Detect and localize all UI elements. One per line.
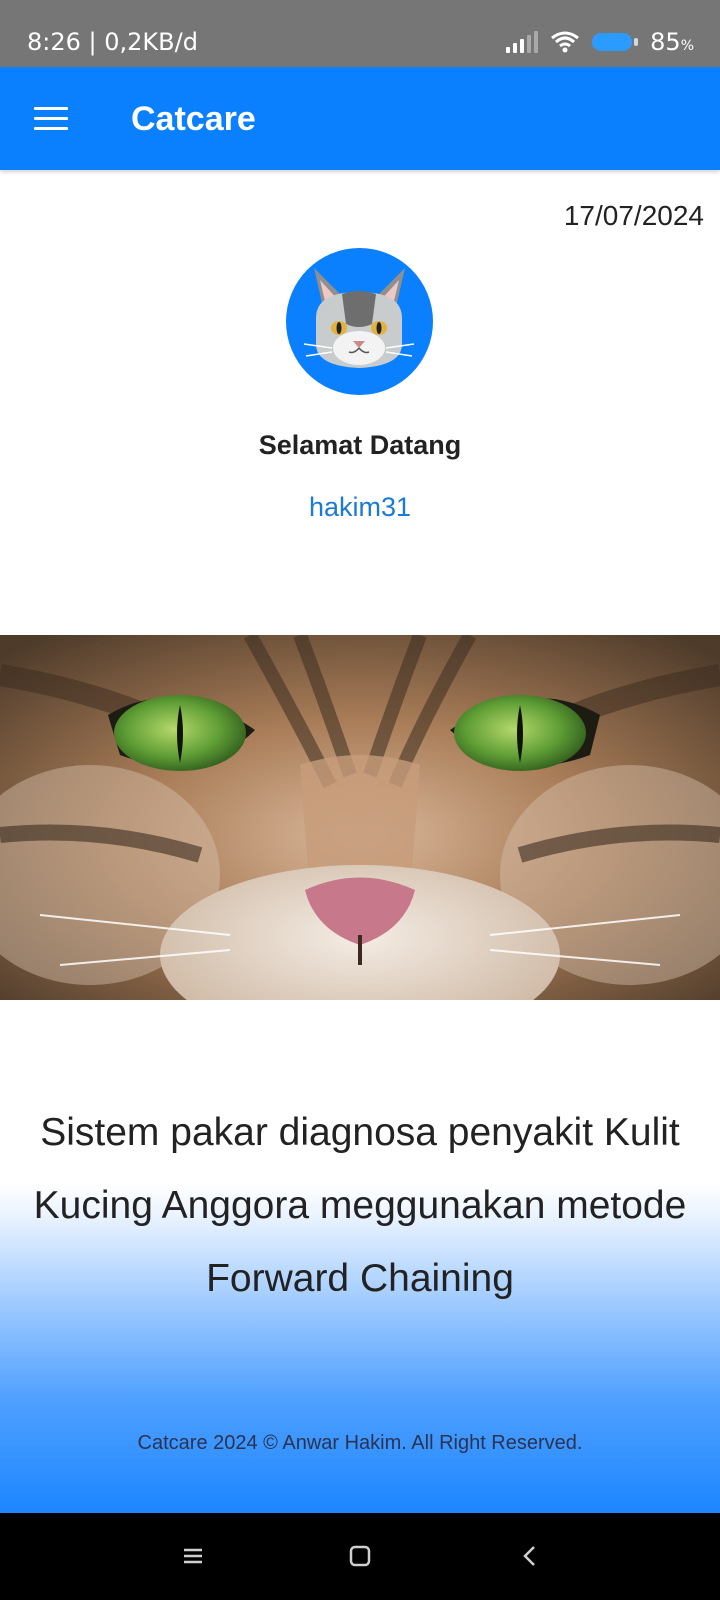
status-icons: 85% bbox=[506, 26, 694, 58]
status-time-data: 8:26 | 0,2KB/d bbox=[27, 28, 198, 56]
avatar bbox=[286, 248, 433, 395]
menu-icon[interactable] bbox=[34, 107, 68, 131]
nav-back-icon[interactable] bbox=[515, 1541, 545, 1571]
cat-avatar-icon bbox=[303, 268, 415, 368]
nav-home-icon[interactable] bbox=[345, 1541, 375, 1571]
nav-recents-icon[interactable] bbox=[178, 1541, 208, 1571]
status-bar: 8:26 | 0,2KB/d 85% bbox=[0, 0, 720, 67]
welcome-heading: Selamat Datang bbox=[258, 430, 462, 460]
info-section: Sistem pakar diagnosa penyakit Kulit Kuc… bbox=[0, 1000, 720, 1513]
cat-banner-image bbox=[0, 635, 720, 1000]
system-nav-bar bbox=[0, 1513, 720, 1600]
app-description: Sistem pakar diagnosa penyakit Kulit Kuc… bbox=[33, 1111, 687, 1300]
battery-icon bbox=[592, 33, 639, 51]
username-label: hakim31 bbox=[308, 492, 412, 522]
wifi-icon bbox=[551, 31, 580, 53]
current-date: 17/07/2024 bbox=[563, 200, 704, 231]
app-bar: Catcare bbox=[0, 67, 720, 170]
battery-percent: 85% bbox=[650, 28, 694, 56]
footer-copyright: Catcare 2024 © Anwar Hakim. All Right Re… bbox=[137, 1432, 583, 1454]
signal-icon bbox=[506, 31, 539, 53]
app-title: Catcare bbox=[131, 100, 256, 138]
